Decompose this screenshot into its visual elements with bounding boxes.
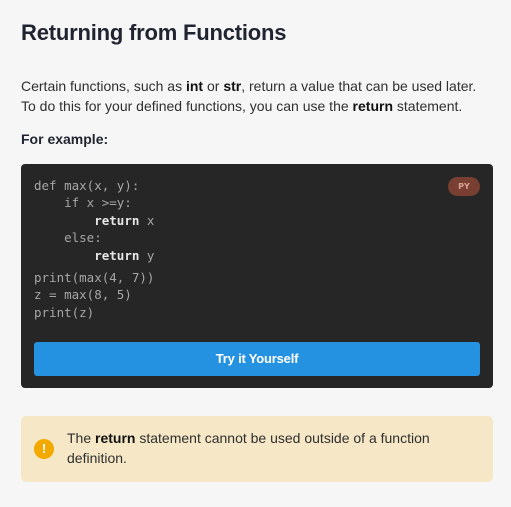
code-block: def max(x, y): if x >=y: return x else: … — [21, 164, 493, 388]
code-line: print(max(4, 7)) — [34, 270, 155, 286]
code-keyword: return — [94, 212, 140, 228]
intro-text: , return a value that can be used later. — [241, 78, 477, 94]
keyword-int: int — [185, 78, 204, 94]
note-callout: ! The return statement cannot be used ou… — [21, 416, 493, 482]
page-title: Returning from Functions — [21, 20, 287, 45]
intro-paragraph: Certain functions, such as int or str, r… — [21, 76, 493, 116]
example-label: For example: — [21, 131, 109, 147]
code-line: if x >=y: — [34, 195, 132, 211]
code-text: x — [139, 212, 155, 228]
code-listing[interactable]: def max(x, y): if x >=y: return x else: … — [34, 177, 154, 321]
exclamation-icon: ! — [34, 439, 54, 459]
code-line: return y — [34, 247, 154, 264]
code-keyword: return — [94, 247, 140, 263]
note-text: The return statement cannot be used outs… — [67, 428, 477, 468]
intro-text: statement. — [393, 98, 463, 114]
intro-text: or — [203, 78, 224, 94]
code-line: def max(x, y): — [34, 178, 140, 193]
code-line: return x — [34, 212, 154, 229]
language-badge: PY — [448, 177, 480, 196]
code-line: z = max(8, 5) — [34, 287, 132, 303]
code-line: print(z) — [34, 304, 95, 320]
try-it-yourself-button[interactable]: Try it Yourself — [34, 342, 480, 376]
keyword-str: str — [223, 78, 242, 94]
keyword-return: return — [352, 98, 393, 114]
intro-text: Certain functions, such as — [21, 78, 186, 94]
intro-text: To do this for your defined functions, y… — [21, 98, 353, 114]
code-text: y — [139, 247, 155, 263]
code-line: else: — [34, 230, 102, 246]
note-text-part: The — [67, 430, 96, 446]
note-keyword-return: return — [95, 430, 136, 446]
